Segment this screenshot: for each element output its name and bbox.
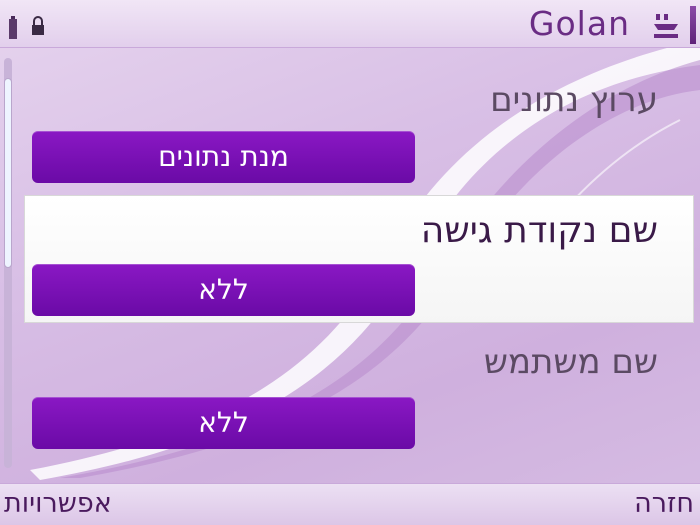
setting-label-access-point-name: שם נקודת גישה: [420, 210, 658, 251]
keypad-lock-icon: [32, 16, 44, 35]
operator-name: Golan: [528, 4, 630, 43]
softkey-bar: אפשרויות חזרה: [0, 483, 700, 525]
back-softkey[interactable]: חזרה: [634, 488, 694, 519]
scrollbar[interactable]: [4, 58, 12, 468]
signal-strength-bar: [690, 6, 696, 44]
setting-value-access-point-name[interactable]: ללא: [32, 264, 415, 316]
status-bar: Golan: [0, 0, 700, 48]
setting-value-data-bearer[interactable]: מנת נתונים: [32, 131, 415, 183]
options-softkey[interactable]: אפשרויות: [4, 488, 112, 519]
setting-value-user-name[interactable]: ללא: [32, 397, 415, 449]
scroll-thumb[interactable]: [4, 78, 12, 268]
battery-icon: [9, 16, 17, 39]
setting-label-user-name: שם משתמש: [483, 342, 658, 382]
setting-label-data-bearer: ערוץ נתונים: [490, 80, 658, 120]
signal-icon: [654, 14, 678, 38]
